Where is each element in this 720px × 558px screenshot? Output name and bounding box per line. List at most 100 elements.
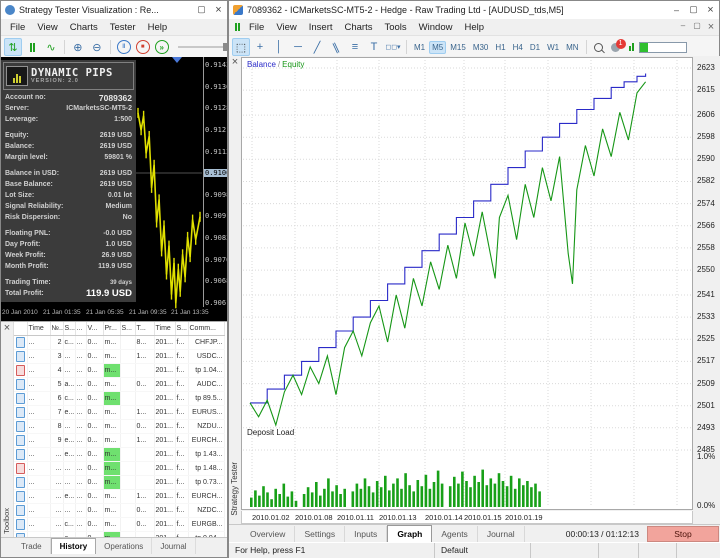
table-cell: AUDC... (188, 378, 224, 392)
terminal-titlebar[interactable]: 7089362 - ICMarketsSC-MT5-2 - Hedge - Ra… (229, 1, 719, 19)
timeframe-d1[interactable]: D1 (527, 41, 543, 54)
menu-file[interactable]: File (4, 21, 31, 34)
zoom-in-icon[interactable]: ⊕ (69, 38, 87, 56)
stop-icon[interactable]: ■ (134, 38, 152, 56)
menu-help[interactable]: Help (142, 21, 174, 34)
timeframe-mn[interactable]: MN (563, 41, 581, 54)
line-chart-icon[interactable]: ∿ (42, 38, 60, 56)
column-header[interactable]: T... (135, 322, 154, 336)
menu-insert[interactable]: Insert (303, 21, 339, 34)
menu-window[interactable]: Window (413, 21, 459, 34)
tester-graph[interactable]: Balance/Equity Deposit Load (241, 57, 693, 510)
speed-slider[interactable] (178, 46, 227, 48)
table-row[interactable]: ...2c......0...m...8...201...f...CHFJP..… (14, 336, 224, 350)
close-icon[interactable] (702, 1, 719, 18)
close-icon[interactable] (2, 323, 12, 333)
table-row[interactable]: ...3......0...m...1...201...f...USDC... (14, 350, 224, 364)
menu-charts[interactable]: Charts (339, 21, 379, 34)
table-row[interactable]: ...7e......0...m...1...201...f...EURUS..… (14, 406, 224, 420)
crosshair-icon[interactable]: + (251, 38, 269, 56)
tester-tab-journal[interactable]: Journal (478, 526, 525, 542)
column-header-icon[interactable] (14, 322, 27, 336)
chart-restore-icon[interactable] (691, 21, 703, 33)
timeframe-m30[interactable]: M30 (470, 41, 492, 54)
column-header[interactable]: ... (75, 322, 86, 336)
fibonacci-icon[interactable]: ≡ (346, 38, 364, 56)
close-icon[interactable] (230, 57, 240, 67)
notifications-icon[interactable]: 1 (611, 43, 620, 52)
column-header[interactable]: Pr... (103, 322, 120, 336)
menu-tools[interactable]: Tools (378, 21, 412, 34)
maximize-icon[interactable] (193, 1, 210, 18)
column-header[interactable]: Time (27, 322, 50, 336)
tab-operations[interactable]: Operations (96, 538, 152, 554)
menu-help[interactable]: Help (458, 21, 490, 34)
candlestick-chart-icon[interactable] (23, 38, 41, 56)
stop-button[interactable]: Stop (647, 526, 719, 542)
menu-tester[interactable]: Tester (104, 21, 142, 34)
tab-journal[interactable]: Journal (152, 538, 195, 554)
table-row[interactable]: ...9e......0...m...1...201...f...EURCH..… (14, 434, 224, 448)
menu-charts[interactable]: Charts (64, 21, 104, 34)
trendline-icon[interactable]: ╱ (308, 38, 326, 56)
objects-icon[interactable]: ◻◻▾ (384, 38, 402, 56)
table-row[interactable]: ...8......0...m...0...201...f...NZDU... (14, 420, 224, 434)
column-header[interactable]: S... (175, 322, 188, 336)
tester-tab-agents[interactable]: Agents (432, 526, 477, 542)
zoom-out-icon[interactable]: ⊖ (88, 38, 106, 56)
horizontal-line-icon[interactable]: ─ (289, 38, 307, 56)
tester-tab-inputs[interactable]: Inputs (345, 526, 387, 542)
visualizer-titlebar[interactable]: Strategy Tester Visualization : Re... (1, 1, 227, 19)
tester-tab-overview[interactable]: Overview (241, 526, 295, 542)
table-row[interactable]: ...6c......0...m...201...f...tp 89.5... (14, 392, 224, 406)
table-row[interactable]: ............0...m...0...201...f...NZDC..… (14, 504, 224, 518)
channel-icon[interactable]: ∥ (327, 38, 345, 56)
timeframe-h1[interactable]: H1 (492, 41, 508, 54)
tab-trade[interactable]: Trade (13, 538, 51, 554)
table-row[interactable]: ...4......0...m...201...f...tp 1.04... (14, 364, 224, 378)
tick-chart-icon[interactable]: ⇅ (4, 38, 22, 56)
pause-icon[interactable]: ‖ (115, 38, 133, 56)
column-header[interactable]: №... (50, 322, 63, 336)
column-header[interactable]: Comm... (188, 322, 224, 336)
tester-tab-graph[interactable]: Graph (387, 525, 432, 543)
table-row[interactable]: ...5a......0...m...0...201...f...AUDC... (14, 378, 224, 392)
table-cell: m... (103, 350, 120, 364)
ea-value: Medium (106, 203, 132, 210)
chart-close-icon[interactable] (705, 21, 717, 33)
timeframe-m5[interactable]: M5 (429, 41, 446, 54)
table-row[interactable]: ............0...m...201...f...tp 0.73... (14, 476, 224, 490)
tester-tab-settings[interactable]: Settings (295, 526, 345, 542)
timeframe-w1[interactable]: W1 (544, 41, 562, 54)
cursor-icon[interactable]: ⬚ (232, 38, 250, 56)
table-row[interactable]: ......e......0...m...1...201...f...EURCH… (14, 490, 224, 504)
text-icon[interactable]: T (365, 38, 383, 56)
menu-view[interactable]: View (31, 21, 63, 34)
tab-history[interactable]: History (51, 538, 97, 554)
search-icon[interactable] (594, 43, 603, 52)
column-header[interactable]: S... (63, 322, 75, 336)
minimize-icon[interactable] (668, 1, 685, 18)
column-header[interactable]: S... (120, 322, 135, 336)
close-icon[interactable] (210, 1, 227, 18)
menu-file[interactable]: File (243, 21, 270, 34)
table-row[interactable]: ......c......0...m...0...201...f...EURGB… (14, 518, 224, 532)
timeframe-m1[interactable]: M1 (411, 41, 428, 54)
maximize-icon[interactable] (685, 1, 702, 18)
speed-slider-thumb[interactable] (223, 43, 227, 51)
timeframe-m15[interactable]: M15 (447, 41, 469, 54)
vertical-line-icon[interactable]: │ (270, 38, 288, 56)
chart-window-icon[interactable] (235, 23, 240, 31)
algo-trading-icon[interactable] (629, 43, 634, 51)
column-header[interactable]: V... (86, 322, 103, 336)
column-header[interactable]: Time (154, 322, 175, 336)
table-row[interactable]: ............0...m...201...f...tp 1.48... (14, 462, 224, 476)
visualizer-chart[interactable]: DYNAMIC PIPS VERSION: 2.0 Account no:708… (1, 57, 227, 321)
chart-minimize-icon[interactable] (677, 21, 689, 33)
fast-forward-icon[interactable]: » (153, 38, 171, 56)
table-row[interactable]: ......e......0...m...201...f...tp 1.43..… (14, 448, 224, 462)
menu-view[interactable]: View (270, 21, 302, 34)
timeframe-h4[interactable]: H4 (510, 41, 526, 54)
table-cell: 0... (86, 504, 103, 518)
price-label: 0.90761 (205, 256, 227, 264)
